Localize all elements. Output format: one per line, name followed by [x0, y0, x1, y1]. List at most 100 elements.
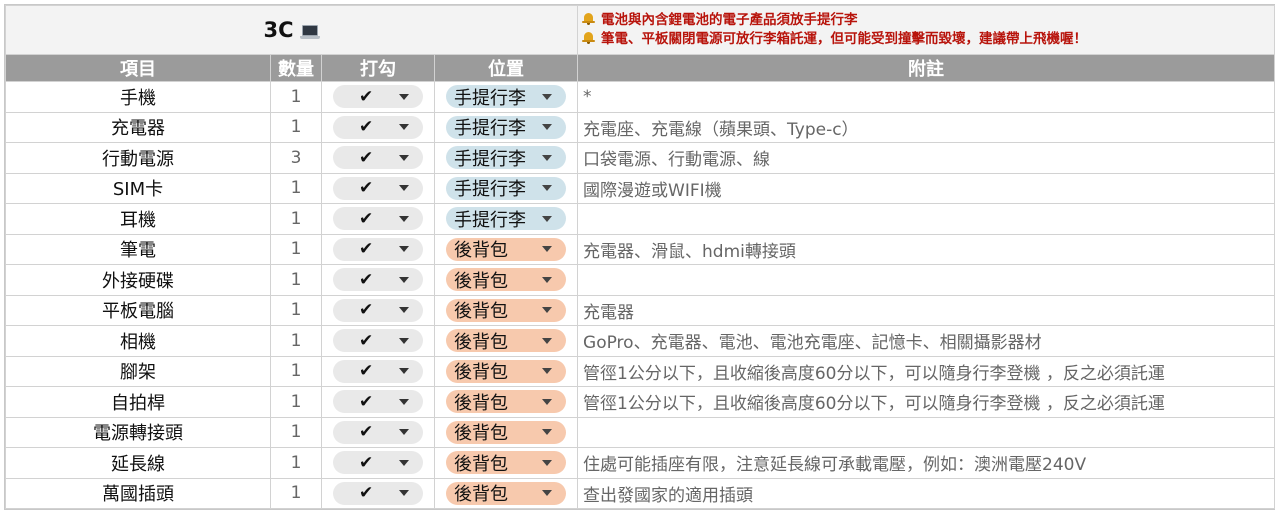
check-cell[interactable]: ✔	[321, 111, 435, 143]
location-dropdown[interactable]: 後背包	[446, 451, 567, 475]
location-dropdown[interactable]: 後背包	[446, 359, 567, 383]
item-cell[interactable]: 充電器	[5, 111, 271, 143]
item-cell[interactable]: SIM卡	[5, 172, 271, 204]
remark-cell[interactable]: 充電座、充電線（蘋果頭、Type-c）	[577, 111, 1276, 143]
location-cell[interactable]: 後背包	[433, 294, 579, 326]
location-dropdown[interactable]: 後背包	[446, 268, 567, 292]
qty-cell[interactable]: 3	[270, 142, 322, 174]
qty-cell[interactable]: 1	[270, 416, 322, 448]
qty-cell[interactable]: 1	[270, 111, 322, 143]
location-dropdown[interactable]: 後背包	[446, 237, 567, 261]
qty-cell[interactable]: 1	[270, 325, 322, 357]
check-cell[interactable]: ✔	[321, 203, 435, 235]
check-dropdown[interactable]: ✔	[333, 176, 423, 200]
location-cell[interactable]: 手提行李	[433, 111, 579, 143]
location-dropdown[interactable]: 後背包	[446, 481, 567, 505]
check-cell[interactable]: ✔	[321, 477, 435, 509]
remark-cell[interactable]: GoPro、充電器、電池、電池充電座、記憶卡、相關攝影器材	[577, 325, 1276, 357]
location-cell[interactable]: 手提行李	[433, 172, 579, 204]
qty-cell[interactable]: 1	[270, 355, 322, 387]
remark-cell[interactable]	[577, 264, 1276, 296]
location-cell[interactable]: 手提行李	[433, 142, 579, 174]
check-cell[interactable]: ✔	[321, 142, 435, 174]
column-header-location[interactable]: 位置	[433, 54, 579, 82]
location-cell[interactable]: 後背包	[433, 477, 579, 509]
check-dropdown[interactable]: ✔	[333, 359, 423, 383]
item-cell[interactable]: 筆電	[5, 233, 271, 265]
location-dropdown[interactable]: 手提行李	[446, 85, 567, 109]
item-cell[interactable]: 行動電源	[5, 142, 271, 174]
item-cell[interactable]: 平板電腦	[5, 294, 271, 326]
item-cell[interactable]: 延長線	[5, 447, 271, 479]
check-cell[interactable]: ✔	[321, 233, 435, 265]
location-dropdown[interactable]: 後背包	[446, 298, 567, 322]
remark-cell[interactable]: 住處可能插座有限，注意延長線可承載電壓，例如：澳洲電壓240V	[577, 447, 1276, 479]
check-dropdown[interactable]: ✔	[333, 115, 423, 139]
location-dropdown[interactable]: 手提行李	[446, 207, 567, 231]
item-cell[interactable]: 自拍桿	[5, 386, 271, 418]
remark-cell[interactable]: 查出發國家的適用插頭	[577, 477, 1276, 509]
remark-cell[interactable]: 口袋電源、行動電源、線	[577, 142, 1276, 174]
check-dropdown[interactable]: ✔	[333, 451, 423, 475]
location-dropdown[interactable]: 手提行李	[446, 176, 567, 200]
check-dropdown[interactable]: ✔	[333, 268, 423, 292]
column-header-item[interactable]: 項目	[5, 54, 271, 82]
column-header-check[interactable]: 打勾	[321, 54, 435, 82]
qty-cell[interactable]: 1	[270, 386, 322, 418]
remark-cell[interactable]	[577, 416, 1276, 448]
column-header-qty[interactable]: 數量	[270, 54, 322, 82]
check-dropdown[interactable]: ✔	[333, 420, 423, 444]
location-cell[interactable]: 後背包	[433, 233, 579, 265]
check-cell[interactable]: ✔	[321, 447, 435, 479]
location-dropdown[interactable]: 後背包	[446, 390, 567, 414]
table-title-cell[interactable]: 3C	[4, 5, 579, 55]
qty-cell[interactable]: 1	[270, 447, 322, 479]
location-cell[interactable]: 後背包	[433, 386, 579, 418]
item-cell[interactable]: 手機	[5, 81, 271, 113]
check-cell[interactable]: ✔	[321, 416, 435, 448]
location-cell[interactable]: 後背包	[433, 416, 579, 448]
location-dropdown[interactable]: 後背包	[446, 420, 567, 444]
location-cell[interactable]: 後背包	[433, 264, 579, 296]
location-cell[interactable]: 手提行李	[433, 81, 579, 113]
remark-cell[interactable]: 管徑1公分以下，且收縮後高度60分以下，可以隨身行李登機 ，反之必須託運	[577, 386, 1276, 418]
check-dropdown[interactable]: ✔	[333, 237, 423, 261]
qty-cell[interactable]: 1	[270, 264, 322, 296]
item-cell[interactable]: 腳架	[5, 355, 271, 387]
qty-cell[interactable]: 1	[270, 233, 322, 265]
check-dropdown[interactable]: ✔	[333, 481, 423, 505]
remark-cell[interactable]: 充電器	[577, 294, 1276, 326]
item-cell[interactable]: 相機	[5, 325, 271, 357]
location-cell[interactable]: 後背包	[433, 325, 579, 357]
qty-cell[interactable]: 1	[270, 172, 322, 204]
check-cell[interactable]: ✔	[321, 172, 435, 204]
check-cell[interactable]: ✔	[321, 325, 435, 357]
check-cell[interactable]: ✔	[321, 294, 435, 326]
location-dropdown[interactable]: 手提行李	[446, 146, 567, 170]
check-dropdown[interactable]: ✔	[333, 390, 423, 414]
check-dropdown[interactable]: ✔	[333, 329, 423, 353]
qty-cell[interactable]: 1	[270, 203, 322, 235]
check-cell[interactable]: ✔	[321, 355, 435, 387]
check-dropdown[interactable]: ✔	[333, 298, 423, 322]
remark-cell[interactable]: 管徑1公分以下，且收縮後高度60分以下，可以隨身行李登機 ，反之必須託運	[577, 355, 1276, 387]
qty-cell[interactable]: 1	[270, 81, 322, 113]
check-dropdown[interactable]: ✔	[333, 85, 423, 109]
location-cell[interactable]: 後背包	[433, 355, 579, 387]
column-header-remark[interactable]: 附註	[577, 54, 1276, 82]
check-dropdown[interactable]: ✔	[333, 207, 423, 231]
check-dropdown[interactable]: ✔	[333, 146, 423, 170]
check-cell[interactable]: ✔	[321, 264, 435, 296]
item-cell[interactable]: 電源轉接頭	[5, 416, 271, 448]
notes-cell[interactable]: 電池與內含鋰電池的電子產品須放手提行李 筆電、平板關閉電源可放行李箱託運，但可能…	[577, 5, 1276, 55]
check-cell[interactable]: ✔	[321, 81, 435, 113]
location-cell[interactable]: 後背包	[433, 447, 579, 479]
item-cell[interactable]: 外接硬碟	[5, 264, 271, 296]
remark-cell[interactable]: 國際漫遊或WIFI機	[577, 172, 1276, 204]
item-cell[interactable]: 耳機	[5, 203, 271, 235]
remark-cell[interactable]: 充電器、滑鼠、hdmi轉接頭	[577, 233, 1276, 265]
qty-cell[interactable]: 1	[270, 294, 322, 326]
location-dropdown[interactable]: 手提行李	[446, 115, 567, 139]
remark-cell[interactable]	[577, 203, 1276, 235]
location-cell[interactable]: 手提行李	[433, 203, 579, 235]
